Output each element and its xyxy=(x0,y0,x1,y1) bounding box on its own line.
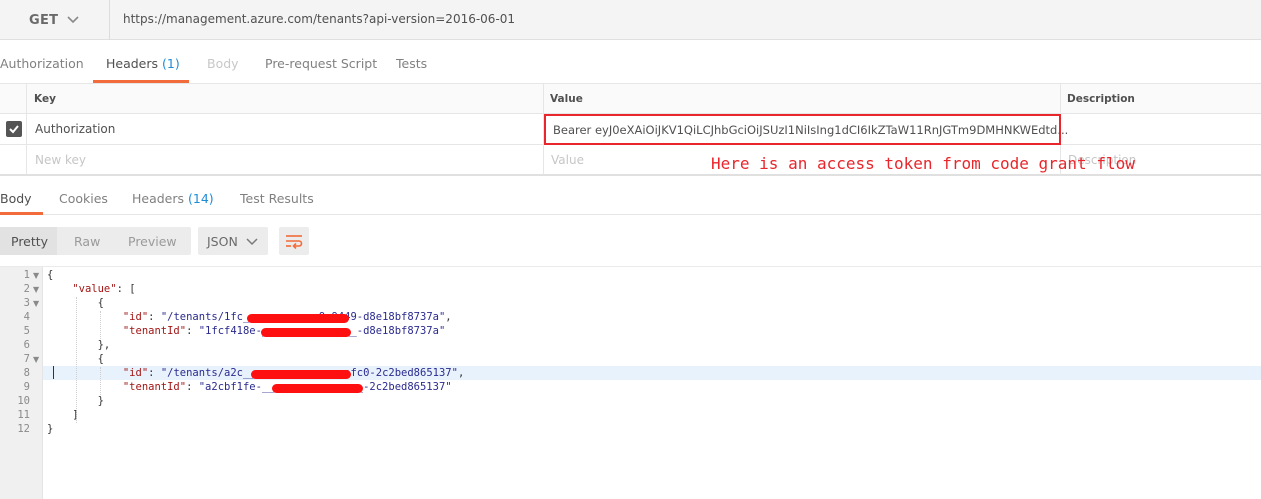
tab-label: Cookies xyxy=(59,191,108,206)
redaction-mark xyxy=(272,384,363,393)
column-header-key: Key xyxy=(34,93,56,105)
fold-arrow-icon[interactable]: ▼ xyxy=(33,285,39,294)
annotation-text: Here is an access token from code grant … xyxy=(711,154,1135,173)
table-header-row: Key Value Description xyxy=(0,84,1261,114)
tab-response-headers[interactable]: Headers (14) xyxy=(132,191,214,206)
column-header-value: Value xyxy=(550,93,583,105)
code-line: { xyxy=(47,297,104,309)
tab-label: Authorization xyxy=(0,56,84,71)
method-selector[interactable]: GET xyxy=(0,0,110,40)
line-number: 3 xyxy=(23,297,30,309)
new-value-input[interactable]: Value xyxy=(551,153,584,167)
tab-label: Test Results xyxy=(240,191,314,206)
code-line: ] xyxy=(47,409,79,421)
tab-body[interactable]: Body xyxy=(207,56,239,71)
response-tabs: Body Cookies Headers (14) Test Results xyxy=(0,175,1261,215)
code-token: { xyxy=(97,353,104,365)
code-token: ] xyxy=(72,409,79,421)
code-token: } xyxy=(47,423,54,435)
code-line: } xyxy=(47,395,104,407)
json-key: "tenantId" xyxy=(122,325,187,337)
fold-arrow-icon[interactable]: ▼ xyxy=(33,355,39,364)
code-line: { xyxy=(47,269,53,281)
line-number: 1 xyxy=(23,269,30,281)
tab-count: (1) xyxy=(162,56,180,71)
redaction-mark xyxy=(247,314,349,323)
redaction-mark xyxy=(251,370,351,379)
chevron-down-icon xyxy=(67,16,79,24)
json-key: "id" xyxy=(122,367,149,379)
tab-label: Pre-request Script xyxy=(265,56,378,71)
method-label: GET xyxy=(29,13,59,28)
fold-arrow-icon[interactable]: ▼ xyxy=(33,271,39,280)
new-key-input[interactable]: New key xyxy=(35,153,86,167)
request-bar: GET https://management.azure.com/tenants… xyxy=(0,0,1261,40)
line-number: 4 xyxy=(23,311,30,323)
code-token: { xyxy=(97,297,104,309)
line-number-gutter: 1 ▼ 2 ▼ 3 ▼ 4 5 6 7 ▼ 8 9 10 11 12 xyxy=(0,267,43,499)
tab-label: Tests xyxy=(396,56,428,71)
line-number: 9 xyxy=(23,381,30,393)
line-number: 12 xyxy=(17,423,30,435)
code-line: } xyxy=(47,423,53,435)
code-token: { xyxy=(47,269,54,281)
wrap-lines-icon xyxy=(286,235,303,249)
code-line: }, xyxy=(47,339,111,351)
line-number: 5 xyxy=(23,325,30,337)
line-number: 11 xyxy=(17,409,30,421)
tab-test-results[interactable]: Test Results xyxy=(240,191,314,206)
code-line: { xyxy=(47,353,104,365)
header-value[interactable]: Bearer eyJ0eXAiOiJKV1QiLCJhbGciOiJSUzI1N… xyxy=(553,123,1068,137)
highlight-box: Bearer eyJ0eXAiOiJKV1QiLCJhbGciOiJSUzI1N… xyxy=(544,114,1068,145)
code-token: : [ xyxy=(116,283,136,295)
column-divider xyxy=(26,84,27,175)
json-key: "id" xyxy=(122,311,149,323)
tab-pre-request-script[interactable]: Pre-request Script xyxy=(265,56,377,71)
tab-count: (14) xyxy=(188,191,214,206)
active-tab-indicator xyxy=(0,212,43,215)
tab-tests[interactable]: Tests xyxy=(396,56,427,71)
code-token: }, xyxy=(97,339,111,351)
tab-label: Body xyxy=(0,191,32,206)
fold-arrow-icon[interactable]: ▼ xyxy=(33,299,39,308)
line-number: 8 xyxy=(23,367,30,379)
checkbox-checked-icon[interactable] xyxy=(6,121,22,137)
tab-authorization[interactable]: Authorization xyxy=(0,56,84,71)
request-tabs: Authorization Headers (1) Body Pre-reque… xyxy=(0,40,1261,84)
code-line: "tenantId": "a2cbf1fe-________________-2… xyxy=(47,381,452,393)
url-input[interactable]: https://management.azure.com/tenants?api… xyxy=(123,12,515,26)
active-tab-indicator xyxy=(93,80,189,83)
line-number: 7 xyxy=(23,353,30,365)
response-body-viewer[interactable]: 1 ▼ 2 ▼ 3 ▼ 4 5 6 7 ▼ 8 9 10 11 12 { "value"… xyxy=(0,266,1261,499)
view-mode-preview[interactable]: Preview xyxy=(128,234,177,249)
tab-response-body[interactable]: Body xyxy=(0,191,32,206)
tab-headers[interactable]: Headers (1) xyxy=(106,56,180,71)
column-header-description: Description xyxy=(1067,93,1135,105)
line-number: 10 xyxy=(17,395,30,407)
view-mode-raw[interactable]: Raw xyxy=(74,234,100,249)
header-key[interactable]: Authorization xyxy=(35,122,115,136)
format-label: JSON xyxy=(207,234,238,249)
code-line: "value": [ xyxy=(47,283,136,295)
view-mode-group: Pretty Raw Preview xyxy=(0,227,191,255)
code-line: "tenantId": "1fcf418e-_______________-d8… xyxy=(47,325,445,337)
wrap-lines-button[interactable] xyxy=(279,227,309,255)
code-token: } xyxy=(97,395,104,407)
view-mode-pretty[interactable]: Pretty xyxy=(11,234,48,249)
tab-label: Body xyxy=(207,56,239,71)
format-dropdown[interactable]: JSON xyxy=(198,227,268,255)
json-key: "value" xyxy=(72,283,117,295)
tab-label: Headers xyxy=(132,191,185,206)
redaction-mark xyxy=(261,328,351,337)
line-number: 6 xyxy=(23,339,30,351)
json-key: "tenantId" xyxy=(122,381,187,393)
tab-label: Headers xyxy=(106,56,159,71)
tab-cookies[interactable]: Cookies xyxy=(59,191,108,206)
chevron-down-icon xyxy=(246,238,258,246)
line-number: 2 xyxy=(23,283,30,295)
